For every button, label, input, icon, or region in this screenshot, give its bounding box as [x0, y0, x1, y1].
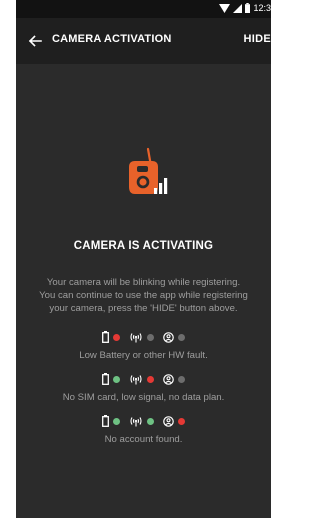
- battery-status-dot: [113, 333, 120, 341]
- description-line: You can continue to use the app while re…: [39, 290, 248, 301]
- legend-text: No SIM card, low signal, no data plan.: [62, 392, 225, 403]
- account-status-dot: [178, 375, 185, 383]
- description-line: Your camera will be blinking while regis…: [46, 277, 241, 288]
- app-bar: CAMERA ACTIVATION HIDE: [16, 18, 271, 64]
- battery-icon: [102, 373, 109, 385]
- app-screen: 12:3 CAMERA ACTIVATION HIDE CAMERA IS AC…: [16, 0, 271, 518]
- status-time: 12:3: [253, 3, 271, 13]
- battery-status-dot: [113, 375, 120, 383]
- signal-status-dot: [147, 333, 154, 341]
- status-bar: 12:3: [16, 0, 271, 18]
- battery-icon: [102, 331, 109, 343]
- camera-activating-icon: [129, 147, 168, 194]
- signal-icon: [130, 374, 142, 384]
- cell-signal-icon: [233, 3, 243, 13]
- screen: 12:3 CAMERA ACTIVATION HIDE CAMERA IS AC…: [0, 0, 271, 518]
- legend-row-no-signal: [16, 372, 271, 386]
- legend-text: No account found.: [104, 434, 183, 445]
- legend-text: Low Battery or other HW fault.: [79, 350, 208, 361]
- battery-status-dot: [113, 417, 120, 425]
- activation-description: Your camera will be blinking while regis…: [16, 276, 271, 315]
- signal-status-dot: [147, 417, 154, 425]
- wifi-icon: [219, 3, 231, 13]
- account-icon: [163, 331, 174, 343]
- hide-button[interactable]: HIDE: [244, 33, 271, 45]
- back-arrow-icon[interactable]: [24, 30, 46, 52]
- account-icon: [163, 373, 174, 385]
- signal-icon: [130, 416, 142, 426]
- battery-icon: [245, 3, 251, 13]
- battery-icon: [102, 415, 109, 427]
- account-status-dot: [178, 333, 185, 341]
- status-icons: 12:3: [219, 3, 271, 13]
- activation-heading: CAMERA IS ACTIVATING: [73, 240, 214, 252]
- signal-icon: [130, 332, 142, 342]
- legend-row-no-account: [16, 414, 271, 428]
- page-title: CAMERA ACTIVATION: [52, 33, 172, 45]
- account-status-dot: [178, 417, 185, 425]
- signal-status-dot: [147, 375, 154, 383]
- description-line: your camera, press the 'HIDE' button abo…: [49, 303, 238, 314]
- legend-row-low-battery: [16, 330, 271, 344]
- account-icon: [163, 415, 174, 427]
